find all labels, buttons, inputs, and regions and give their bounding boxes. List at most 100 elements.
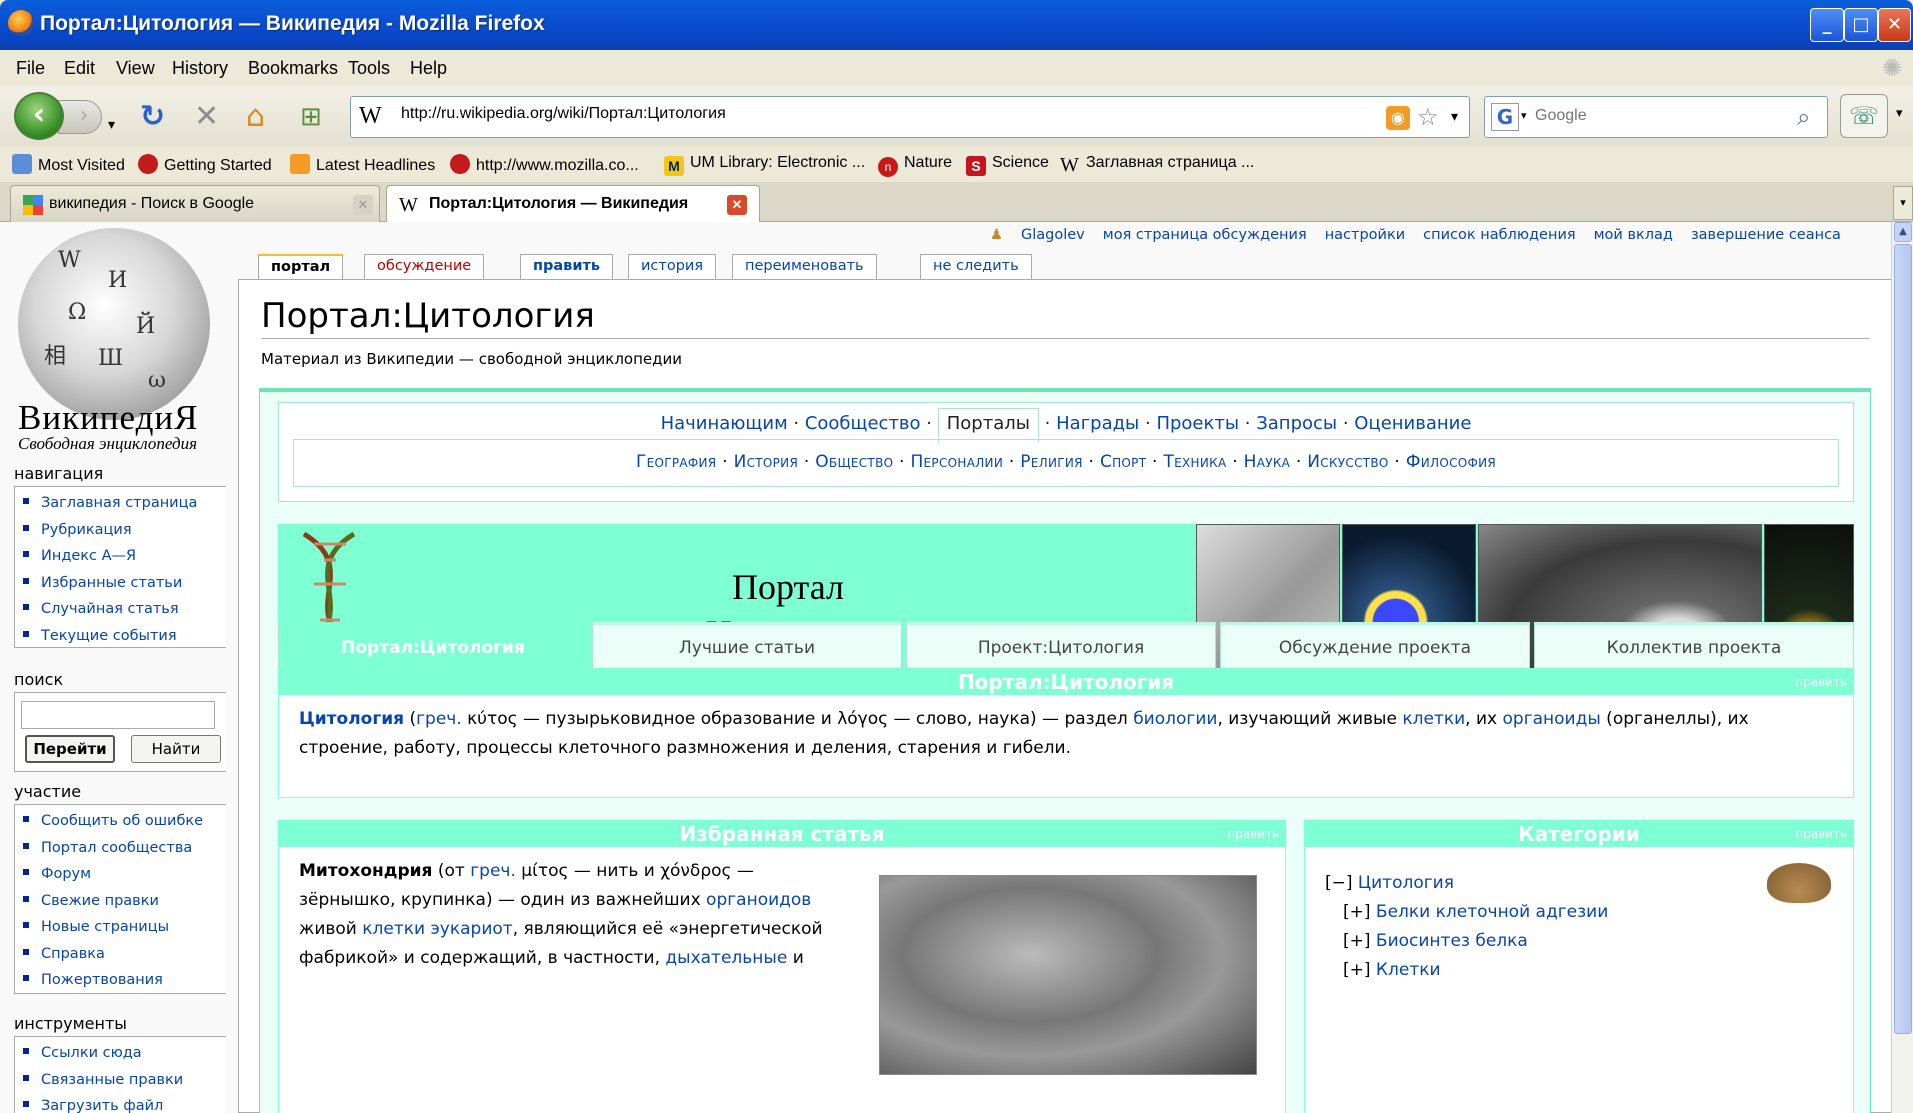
tab-edit[interactable]: править [520,254,614,280]
categories-edit-link[interactable]: править [1795,821,1847,847]
sidebar-link-what-links-here[interactable]: Ссылки сюда [23,1040,226,1067]
scrollbar-thumb[interactable] [1894,244,1912,1034]
search-button[interactable]: Найти [131,735,221,763]
sidebar-link-donate[interactable]: Пожертвования [23,967,226,994]
search-bar[interactable]: G ▾ ⌕ [1484,96,1828,138]
nav-beginners[interactable]: Начинающим [661,413,788,434]
watchlist-link[interactable]: список наблюдения [1423,227,1575,243]
biology-link[interactable]: биологии [1133,709,1217,729]
sidebar-link-random[interactable]: Случайная статья [23,596,226,623]
addon-icon[interactable]: ☏ [1840,94,1888,138]
bookmark-wikipedia-main[interactable]: W Заглавная страница ... [1060,154,1254,175]
sidebar-link-upload[interactable]: Загрузить файл [23,1093,226,1113]
menu-history[interactable]: History [172,58,228,79]
tab-move[interactable]: переименовать [732,254,877,280]
sidebar-link-new-pages[interactable]: Новые страницы [23,914,226,941]
portal-tab-main[interactable]: Портал:Цитология [278,622,588,668]
portal-tab-best-articles[interactable]: Лучшие статьи [592,622,902,668]
logout-link[interactable]: завершение сеанса [1691,227,1841,243]
category-link[interactable]: Клетки [1376,960,1441,980]
organelles-link[interactable]: органоиды [1503,709,1601,729]
topic-society[interactable]: Общество [815,452,893,472]
history-dropdown-icon[interactable]: ▾ [108,108,115,142]
user-name-link[interactable]: Glagolev [1021,227,1085,243]
tab-close-icon[interactable]: ✕ [727,195,747,215]
category-root-link[interactable]: Цитология [1358,873,1454,893]
sidebar-link-related-changes[interactable]: Связанные правки [23,1067,226,1094]
eukaryotes-link[interactable]: эукариот [430,919,512,939]
topic-technology[interactable]: Техника [1163,452,1226,472]
topic-art[interactable]: Искусство [1307,452,1388,472]
expand-toggle[interactable]: [+] [1343,931,1371,951]
menu-file[interactable]: File [16,58,45,79]
search-input[interactable] [1535,107,1775,125]
menu-edit[interactable]: Edit [64,58,95,79]
menu-view[interactable]: View [116,58,155,79]
cells-link[interactable]: клетки [1402,709,1465,729]
tab-unwatch[interactable]: не следить [920,254,1032,280]
organoids-link[interactable]: органоидов [706,890,811,910]
user-talk-link[interactable]: моя страница обсуждения [1103,227,1307,243]
star-bookmark-icon[interactable]: ☆ [1417,103,1439,131]
tab-list-dropdown-icon[interactable]: ▾ [1893,186,1913,220]
bookmark-science[interactable]: S Science [966,154,1049,176]
rss-icon[interactable]: ◉ [1386,106,1410,130]
address-bar[interactable]: W ◉ ☆ ▾ [350,96,1470,138]
minimize-button[interactable]: _ [1810,8,1844,42]
scroll-up-icon[interactable]: ▲ [1894,222,1912,242]
portal-tab-team[interactable]: Коллектив проекта [1534,622,1854,668]
topic-religion[interactable]: Религия [1020,452,1083,472]
topic-philosophy[interactable]: Философия [1406,452,1496,472]
featured-term-link[interactable]: Митохондрия [299,861,432,881]
sidebar-link-forum[interactable]: Форум [23,861,226,888]
sidebar-link-recent-changes[interactable]: Свежие правки [23,888,226,915]
tab-discussion[interactable]: обсуждение [364,254,485,280]
tab-history[interactable]: история [628,254,717,280]
collapse-toggle[interactable]: [−] [1325,873,1353,893]
go-button[interactable]: Перейти [25,735,115,763]
category-link[interactable]: Биосинтез белка [1376,931,1528,951]
tab-close-icon[interactable]: ✕ [353,195,373,215]
sidebar-link-main-page[interactable]: Заглавная страница [23,490,226,517]
menu-help[interactable]: Help [410,58,447,79]
wiki-search-input[interactable] [21,701,215,729]
stop-icon[interactable]: ✕ [194,100,219,134]
home-icon[interactable]: ⌂ [246,100,265,134]
nav-requests[interactable]: Запросы [1256,413,1337,434]
sidebar-link-categories[interactable]: Рубрикация [23,517,226,544]
url-input[interactable] [401,105,1301,123]
google-engine-icon[interactable]: G [1491,103,1519,131]
add-bookmark-icon[interactable]: ⊞ [300,100,322,134]
menu-tools[interactable]: Tools [348,58,390,79]
expand-toggle[interactable]: [+] [1343,902,1371,922]
contributions-link[interactable]: мой вклад [1594,227,1673,243]
featured-edit-link[interactable]: править [1227,821,1279,847]
nav-community[interactable]: Сообщество [805,413,921,434]
greek-link[interactable]: греч. [470,861,516,881]
topic-geography[interactable]: География [636,452,717,472]
tab-portal[interactable]: портал [258,254,344,281]
topic-persons[interactable]: Персоналии [910,452,1003,472]
bookmark-latest-headlines[interactable]: Latest Headlines [290,154,435,175]
topic-history[interactable]: История [734,452,799,472]
term-link[interactable]: Цитология [299,709,404,729]
bookmark-getting-started[interactable]: Getting Started [138,154,272,175]
preferences-link[interactable]: настройки [1325,227,1405,243]
menu-bookmarks[interactable]: Bookmarks [248,58,338,79]
greek-link[interactable]: греч. [416,709,462,729]
expand-toggle[interactable]: [+] [1343,960,1371,980]
topic-science[interactable]: Наука [1244,452,1291,472]
sidebar-link-featured[interactable]: Избранные статьи [23,570,226,597]
url-dropdown-icon[interactable]: ▾ [1451,109,1458,125]
mitochondrion-image[interactable] [879,875,1257,1075]
tab-wikipedia-portal[interactable]: W Портал:Цитология — Википедия ✕ [386,185,760,223]
portal-tab-discussion[interactable]: Обсуждение проекта [1220,622,1530,668]
nav-assessment[interactable]: Оценивание [1354,413,1471,434]
respiratory-link[interactable]: дыхательные [665,948,787,968]
close-window-button[interactable]: ✕ [1878,8,1911,42]
vertical-scrollbar[interactable]: ▲ [1891,222,1913,1113]
sidebar-link-help[interactable]: Справка [23,941,226,968]
intro-edit-link[interactable]: править [1795,669,1847,695]
portal-tab-project[interactable]: Проект:Цитология [906,622,1216,668]
bookmark-um-library[interactable]: M UM Library: Electronic ... [664,154,865,176]
